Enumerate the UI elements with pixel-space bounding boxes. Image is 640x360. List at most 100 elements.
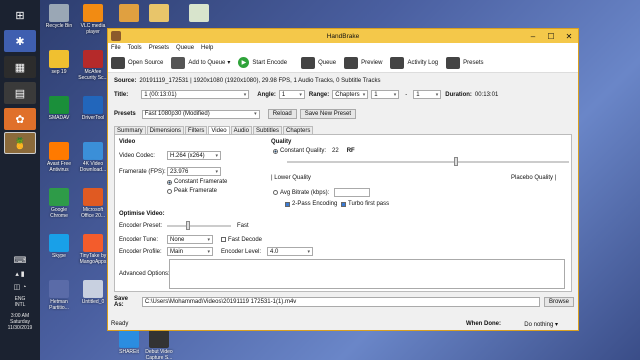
tab-dimensions[interactable]: Dimensions [146,126,185,134]
presets-icon [446,56,461,69]
desktop-icon[interactable]: Recycle Bin [42,4,76,29]
peak-framerate-radio[interactable] [167,188,172,194]
title-select[interactable]: 1 (00:13:01) [141,90,250,99]
when-done-select[interactable]: Do nothing ▾ [524,321,558,328]
encoder-preset-thumb[interactable] [186,221,191,230]
taskbar-app-2-icon[interactable]: ▦ [4,56,36,78]
desktop-icon[interactable]: Untitled_0 [76,280,110,305]
quality-slider-thumb[interactable] [454,157,459,166]
video-codec-row: Video Codec: H.264 (x264) [119,151,221,160]
menu-queue[interactable]: Queue [176,45,194,51]
range-to-select[interactable]: 1 [413,90,442,99]
tab-chapters[interactable]: Chapters [283,126,314,134]
two-pass-option[interactable]: 2-Pass Encoding [285,201,337,207]
maximize-icon[interactable]: ☐ [542,29,560,43]
desktop-icon[interactable]: SMADAV [42,96,76,121]
peak-framerate-option[interactable]: Peak Framerate [167,188,217,194]
activity-log-button[interactable]: Activity Log [390,56,438,69]
windows-start-icon[interactable]: ⊞ [4,4,36,26]
encoder-level-select[interactable]: 4.0 [267,247,313,256]
taskbar-app-4-icon[interactable]: ✿ [4,108,36,130]
fast-decode-label: Fast Decode [228,236,263,243]
desktop-icon[interactable]: TinyTake by MangoApps [76,234,110,265]
network-icon[interactable]: ◫ ◔ [0,283,40,291]
turbo-first-pass-checkbox[interactable] [341,201,346,207]
tab-filters[interactable]: Filters [185,126,208,134]
turbo-first-pass-option[interactable]: Turbo first pass [341,201,389,207]
advanced-options-textarea[interactable] [169,259,565,289]
open-source-button[interactable]: Open Source [111,56,163,69]
desktop-icon[interactable] [142,4,176,23]
video-codec-select[interactable]: H.264 (x264) [167,151,221,160]
encoder-tune-row: Encoder Tune: None Fast Decode [119,235,262,244]
taskbar-app-3-icon[interactable]: ▤ [4,82,36,104]
taskbar-handbrake-icon[interactable]: 🍍 [4,132,36,154]
queue-button[interactable]: Queue [301,56,336,69]
reload-button[interactable]: Reload [267,109,297,119]
desktop-icon[interactable]: Google Chrome [42,188,76,219]
menu-file[interactable]: File [111,45,121,51]
desktop-icon[interactable]: DriverTool [76,96,110,121]
constant-framerate-radio[interactable] [167,179,172,185]
fast-decode-checkbox[interactable] [221,237,226,242]
preview-button[interactable]: Preview [344,56,382,69]
two-pass-checkbox[interactable] [285,201,290,207]
add-to-queue-button[interactable]: Add to Queue ▾ [171,56,230,69]
desktop-icon[interactable]: Microsoft Office 20... [76,188,110,219]
taskbar-app-1-icon[interactable]: ✱ [4,30,36,52]
minimize-icon[interactable]: – [524,29,542,43]
encoder-level-label: Encoder Level: [221,248,262,255]
desktop-icon[interactable] [112,4,146,23]
desktop-icon[interactable]: McAfee Security Sc... [76,50,110,81]
clock[interactable]: 3:00 AM Saturday 11/30/2019 [0,313,40,331]
browse-button[interactable]: Browse [543,297,574,307]
window-titlebar[interactable]: HandBrake – ☐ ✕ [108,29,578,43]
encoder-tune-select[interactable]: None [167,235,213,244]
tab-audio[interactable]: Audio [230,126,252,134]
desktop-icon[interactable]: Skype [42,234,76,259]
desktop-icon[interactable]: Debut Video Capture S... [142,330,176,360]
tab-summary[interactable]: Summary [114,126,146,134]
menu-presets[interactable]: Presets [149,45,169,51]
desktop-icon[interactable] [182,4,216,23]
tab-video[interactable]: Video [208,126,230,134]
desktop-icon[interactable]: SHAREit [112,330,146,355]
tab-subtitles[interactable]: Subtitles [252,126,282,134]
presets-button[interactable]: Presets [446,56,483,69]
encoder-profile-select[interactable]: Main [167,247,213,256]
save-new-preset-button[interactable]: Save New Preset [299,109,357,119]
avg-bitrate-option[interactable]: Avg Bitrate (kbps): [273,188,371,197]
desktop-icon[interactable]: 4K Video Download... [76,142,110,173]
constant-quality-option[interactable]: Constant Quality: 22 RF [273,148,358,154]
video-codec-label: Video Codec: [119,152,155,159]
tray-icons[interactable]: ▴ ▮ [0,270,40,278]
avg-bitrate-input[interactable] [334,188,371,197]
presets-select[interactable]: Fast 1080p30 (Modified) [141,109,260,119]
constant-framerate-option[interactable]: Constant Framerate [167,179,227,185]
desktop-icon[interactable]: sep 19 [42,50,76,75]
start-encode-button[interactable]: ▶ Start Encode [238,57,287,68]
close-icon[interactable]: ✕ [560,29,578,43]
desktop-icon[interactable]: Avast Free Antivirus [42,142,76,173]
avg-bitrate-radio[interactable] [273,190,278,195]
range-from-select[interactable]: 1 [371,90,400,99]
chevron-down-icon[interactable]: ▾ [227,59,230,66]
menu-tools[interactable]: Tools [128,45,142,51]
desktop-icon[interactable]: Hetman Partitio... [42,280,76,311]
save-as-input[interactable]: C:\Users\Mohammad\Videos\20191119 172531… [141,297,540,307]
app-icon [119,4,139,22]
app-icon [83,142,103,160]
source-value: 20191119_172531 | 1920x1080 (1920x1080),… [139,78,381,84]
quality-section-title: Quality [271,139,292,145]
status-bar: Ready When Done: Do nothing ▾ [108,318,578,330]
quality-slider-track[interactable] [287,157,569,166]
angle-select[interactable]: 1 [278,90,305,99]
constant-quality-radio[interactable] [273,148,278,154]
encoder-preset-slider[interactable] [167,221,231,230]
desktop-icon[interactable]: VLC media player [76,4,110,35]
menu-help[interactable]: Help [201,45,213,51]
keyboard-icon[interactable]: ⌨ [0,255,40,266]
framerate-select[interactable]: 23.976 [167,167,221,176]
language-indicator[interactable]: ENG INTL [0,296,40,308]
range-select[interactable]: Chapters [332,90,369,99]
